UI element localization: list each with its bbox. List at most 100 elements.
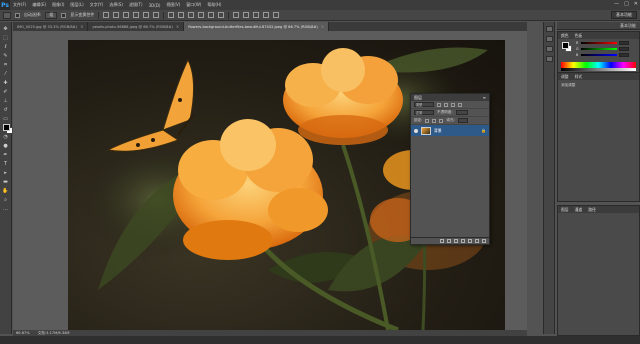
new-layer-icon[interactable] [475, 239, 479, 243]
lock-all-icon[interactable] [439, 118, 444, 123]
lasso-tool-icon[interactable]: ℓ [2, 44, 10, 51]
character-panel-icon[interactable] [545, 56, 553, 62]
distribute-center-icon[interactable] [208, 12, 215, 18]
healing-brush-icon[interactable]: ✚ [2, 80, 10, 87]
add-mask-icon[interactable] [454, 239, 458, 243]
document-tab[interactable]: pexels-photo-56866.jpeg @ 66.7% (RGB/8#)… [88, 22, 185, 31]
tab-adjustments[interactable]: 调整 [561, 74, 569, 80]
menu-image[interactable]: 图像(I) [49, 2, 67, 8]
menu-type[interactable]: 文字(Y) [87, 2, 107, 8]
gray-ramp[interactable] [561, 68, 636, 71]
menu-help[interactable]: 帮助(H) [204, 2, 224, 8]
align-center-icon[interactable] [143, 12, 150, 18]
maximize-button[interactable]: □ [624, 1, 629, 7]
red-slider[interactable] [581, 42, 617, 44]
new-group-icon[interactable] [468, 239, 472, 243]
shape-tool-icon[interactable]: ▬ [2, 179, 10, 186]
close-tab-icon[interactable]: × [80, 24, 83, 29]
fill-field[interactable] [457, 118, 468, 123]
menu-3d[interactable]: 3D(D) [146, 3, 164, 8]
close-tab-icon[interactable]: × [176, 24, 179, 29]
history-panel-icon[interactable] [545, 26, 553, 32]
show-transform-checkbox[interactable] [61, 12, 67, 18]
green-slider[interactable] [581, 48, 617, 50]
quick-select-tool-icon[interactable]: ✎ [2, 53, 10, 60]
pen-tool-icon[interactable]: ✒ [2, 152, 10, 159]
document-tab-active[interactable]: flowers-background-butterflies-beautiful… [184, 22, 330, 31]
distribute-top-icon[interactable] [168, 12, 175, 18]
filter-type-icon[interactable] [451, 102, 455, 107]
blue-value[interactable] [619, 53, 629, 57]
clone-stamp-icon[interactable]: ⊥ [2, 98, 10, 105]
brush-panel-icon[interactable] [545, 46, 553, 52]
menu-edit[interactable]: 编辑(E) [29, 2, 49, 8]
panel-menu-icon[interactable]: ≡ [483, 95, 486, 100]
history-brush-icon[interactable]: ↺ [2, 107, 10, 114]
foreground-color-swatch[interactable] [3, 124, 10, 131]
marquee-tool-icon[interactable]: ⬚ [2, 35, 10, 42]
menu-select[interactable]: 选择(S) [106, 2, 126, 8]
distribute-middle-icon[interactable] [178, 12, 185, 18]
layer-kind-filter[interactable]: 类型 [414, 102, 434, 107]
opacity-field[interactable] [455, 110, 468, 115]
align-right-icon[interactable] [153, 12, 160, 18]
3d-rotate-icon[interactable] [243, 12, 250, 18]
dodge-tool-icon[interactable]: ● [2, 143, 10, 150]
minimize-button[interactable]: — [614, 1, 619, 7]
distribute-left-icon[interactable] [198, 12, 205, 18]
workspace-label[interactable]: 基本功能 [557, 22, 640, 30]
blur-tool-icon[interactable]: ◔ [2, 134, 10, 141]
align-top-icon[interactable] [103, 12, 110, 18]
align-middle-icon[interactable] [113, 12, 120, 18]
align-left-icon[interactable] [133, 12, 140, 18]
3d-mode-icon[interactable] [233, 12, 240, 18]
path-select-icon[interactable]: ▸ [2, 170, 10, 177]
close-tab-icon[interactable]: × [321, 24, 324, 29]
move-tool-icon[interactable]: ✥ [2, 26, 10, 33]
align-bottom-icon[interactable] [123, 12, 130, 18]
tab-channels[interactable]: 通道 [575, 207, 583, 213]
3d-drag-icon[interactable] [263, 12, 270, 18]
visibility-eye-icon[interactable] [414, 128, 418, 133]
brush-tool-icon[interactable]: ✐ [2, 89, 10, 96]
auto-select-checkbox[interactable] [15, 12, 20, 18]
layer-background[interactable]: 背景 🔒 [411, 125, 489, 136]
layers-panel-header[interactable]: 图层 ≡ [411, 94, 489, 101]
lock-pixels-icon[interactable] [425, 118, 430, 123]
close-window-button[interactable]: ✕ [634, 1, 638, 7]
tab-styles[interactable]: 样式 [575, 74, 583, 80]
zoom-level[interactable]: 66.67% [16, 331, 30, 335]
move-tool-preset-icon[interactable] [3, 11, 11, 19]
layer-style-icon[interactable] [447, 239, 451, 243]
3d-slide-icon[interactable] [273, 12, 280, 18]
document-tab[interactable]: IMG_0025.jpg @ 33.3% (RGB/8#) × [13, 22, 89, 31]
crop-tool-icon[interactable]: ⌗ [2, 62, 10, 69]
tab-layers[interactable]: 图层 [561, 207, 569, 213]
adjustment-layer-icon[interactable] [461, 239, 465, 243]
workspace-switcher[interactable]: 基本功能 [611, 11, 637, 19]
tab-color[interactable]: 颜色 [561, 33, 569, 39]
menu-filter[interactable]: 滤镜(T) [126, 2, 146, 8]
eyedropper-tool-icon[interactable]: ⁄ [2, 71, 10, 78]
eraser-tool-icon[interactable]: ▭ [2, 116, 10, 123]
3d-roll-icon[interactable] [253, 12, 260, 18]
zoom-tool-icon[interactable]: ⌕ [2, 197, 10, 204]
menu-file[interactable]: 文件(F) [10, 2, 29, 8]
more-tools-icon[interactable]: … [2, 206, 10, 213]
foreground-color-swatch[interactable] [562, 42, 569, 49]
delete-layer-icon[interactable] [482, 239, 486, 243]
menu-window[interactable]: 窗口(W) [183, 2, 204, 8]
red-value[interactable] [619, 41, 629, 45]
hand-tool-icon[interactable]: ✋ [2, 188, 10, 195]
distribute-bottom-icon[interactable] [188, 12, 195, 18]
lock-position-icon[interactable] [432, 118, 437, 123]
menu-view[interactable]: 视图(V) [163, 2, 183, 8]
green-value[interactable] [619, 47, 629, 51]
type-tool-icon[interactable]: T [2, 161, 10, 168]
properties-panel-icon[interactable] [545, 36, 553, 42]
filter-adjust-icon[interactable] [444, 102, 448, 107]
link-layers-icon[interactable] [440, 239, 444, 243]
menu-layer[interactable]: 图层(L) [67, 2, 86, 8]
blue-slider[interactable] [581, 54, 617, 56]
blend-mode-select[interactable]: 正常 [414, 110, 434, 115]
